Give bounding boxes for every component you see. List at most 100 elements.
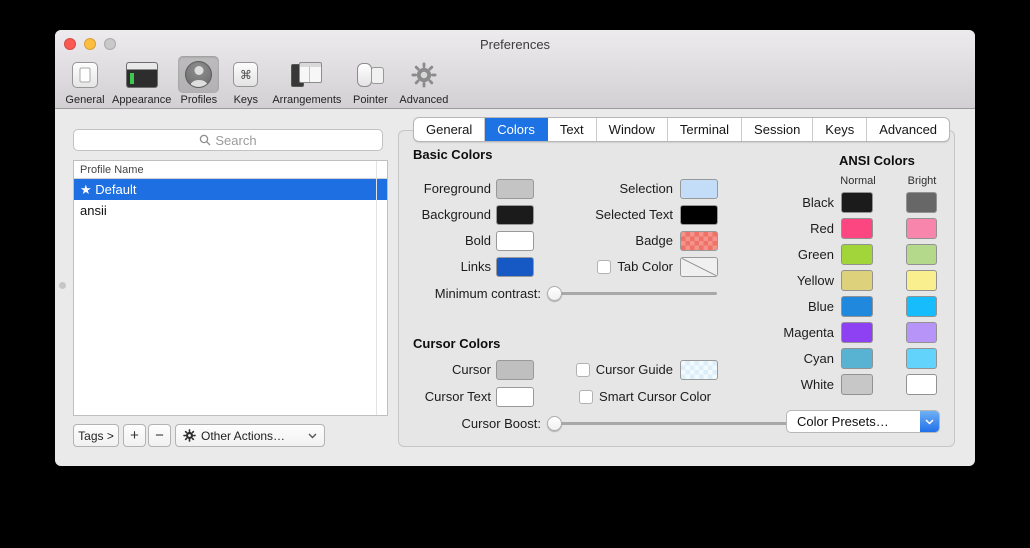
tab-color-checkbox[interactable] xyxy=(597,260,611,274)
ansi-row-magenta: Magenta xyxy=(749,322,937,343)
smart-cursor-checkbox[interactable] xyxy=(579,390,593,404)
ansi-blue-normal-well[interactable] xyxy=(841,296,873,317)
tab-window[interactable]: Window xyxy=(597,118,668,141)
other-actions-dropdown[interactable]: Other Actions… xyxy=(175,424,325,447)
basic-colors-heading: Basic Colors xyxy=(413,147,492,162)
gear-icon xyxy=(411,62,437,88)
chevron-down-icon xyxy=(308,433,317,439)
tab-advanced[interactable]: Advanced xyxy=(867,118,949,141)
toolbar-item-pointer[interactable]: Pointer xyxy=(348,56,392,106)
preferences-window: Preferences General Appearance Profiles … xyxy=(55,30,975,466)
cursor-guide-checkbox[interactable] xyxy=(576,363,590,377)
ansi-black-bright-well[interactable] xyxy=(906,192,937,213)
tab-text[interactable]: Text xyxy=(548,118,597,141)
tab-terminal[interactable]: Terminal xyxy=(668,118,742,141)
ansi-cyan-normal-well[interactable] xyxy=(841,348,873,369)
ansi-row-yellow: Yellow xyxy=(749,270,937,291)
badge-row: Badge xyxy=(635,230,718,251)
search-icon xyxy=(199,134,211,146)
toolbar-item-arrangements[interactable]: Arrangements xyxy=(272,56,341,106)
search-placeholder: Search xyxy=(215,133,256,148)
ansi-cyan-bright-well[interactable] xyxy=(906,348,937,369)
search-input[interactable]: Search xyxy=(73,129,383,151)
slider-knob[interactable] xyxy=(547,416,562,431)
colors-panel: Basic Colors Foreground Background Bold … xyxy=(398,130,955,447)
ansi-magenta-normal-well[interactable] xyxy=(841,322,873,343)
profile-list-header: Profile Name xyxy=(74,161,387,179)
background-row: Background xyxy=(413,204,534,225)
cursor-guide-color-well[interactable] xyxy=(680,360,718,380)
ansi-row-red: Red xyxy=(749,218,937,239)
bold-color-well[interactable] xyxy=(496,231,534,251)
cursor-text-color-well[interactable] xyxy=(496,387,534,407)
ansi-colors-heading: ANSI Colors xyxy=(839,153,915,168)
profile-row-ansii[interactable]: ansii xyxy=(74,200,387,221)
slider-knob[interactable] xyxy=(547,286,562,301)
tab-colors[interactable]: Colors xyxy=(485,118,548,141)
cursor-text-row: Cursor Text xyxy=(413,386,534,407)
other-actions-label: Other Actions… xyxy=(201,429,285,443)
smart-cursor-row: Smart Cursor Color xyxy=(579,386,718,407)
toolbar-item-appearance[interactable]: Appearance xyxy=(112,56,171,106)
ansi-green-bright-well[interactable] xyxy=(906,244,937,265)
ansi-row-cyan: Cyan xyxy=(749,348,937,369)
tab-color-well[interactable] xyxy=(680,257,718,277)
ansi-yellow-normal-well[interactable] xyxy=(841,270,873,291)
profile-row-default[interactable]: ★ Default xyxy=(74,179,387,200)
toolbar-item-profiles[interactable]: Profiles xyxy=(178,56,219,106)
tab-session[interactable]: Session xyxy=(742,118,813,141)
tab-general[interactable]: General xyxy=(414,118,485,141)
bold-row: Bold xyxy=(413,230,534,251)
cursor-color-well[interactable] xyxy=(496,360,534,380)
toolbar-item-keys[interactable]: ⌘ Keys xyxy=(226,56,265,106)
ansi-red-normal-well[interactable] xyxy=(841,218,873,239)
ansi-red-bright-well[interactable] xyxy=(906,218,937,239)
toolbar-item-advanced[interactable]: Advanced xyxy=(399,56,448,106)
remove-profile-button[interactable]: − xyxy=(148,424,171,447)
color-presets-dropdown[interactable]: Color Presets… xyxy=(786,410,940,433)
selected-text-row: Selected Text xyxy=(595,204,718,225)
appearance-window-icon xyxy=(126,62,158,88)
screen-background: Preferences General Appearance Profiles … xyxy=(0,0,1030,548)
tags-button[interactable]: Tags > xyxy=(73,424,119,447)
badge-color-well[interactable] xyxy=(680,231,718,251)
selection-row: Selection xyxy=(620,178,718,199)
no-color-diagonal-icon xyxy=(681,258,717,276)
arrangements-windows-icon xyxy=(291,62,322,87)
ansi-normal-header: Normal xyxy=(839,175,877,187)
ansi-green-normal-well[interactable] xyxy=(841,244,873,265)
cursor-row: Cursor xyxy=(413,359,534,380)
add-profile-button[interactable]: + xyxy=(123,424,146,447)
ansi-magenta-bright-well[interactable] xyxy=(906,322,937,343)
scrollbar-track[interactable] xyxy=(376,161,377,415)
selected-text-color-well[interactable] xyxy=(680,205,718,225)
foreground-color-well[interactable] xyxy=(496,179,534,199)
foreground-row: Foreground xyxy=(413,178,534,199)
ansi-white-bright-well[interactable] xyxy=(906,374,937,395)
tab-keys[interactable]: Keys xyxy=(813,118,867,141)
splitter-handle-dot[interactable] xyxy=(59,282,66,289)
cursor-guide-row: Cursor Guide xyxy=(576,359,718,380)
links-color-well[interactable] xyxy=(496,257,534,277)
profile-tab-bar: General Colors Text Window Terminal Sess… xyxy=(413,117,950,142)
ansi-blue-bright-well[interactable] xyxy=(906,296,937,317)
links-row: Links xyxy=(413,256,534,277)
cursor-colors-heading: Cursor Colors xyxy=(413,336,500,351)
window-title: Preferences xyxy=(55,37,975,52)
selection-color-well[interactable] xyxy=(680,179,718,199)
ansi-black-normal-well[interactable] xyxy=(841,192,873,213)
action-gear-icon xyxy=(183,429,196,442)
ansi-bright-header: Bright xyxy=(903,175,941,187)
tab-color-row: Tab Color xyxy=(597,256,718,277)
ansi-row-green: Green xyxy=(749,244,937,265)
ansi-row-black: Black xyxy=(749,192,937,213)
pointer-mouse-icon xyxy=(355,62,385,88)
dropdown-chevron-icon xyxy=(920,411,939,432)
toolbar-item-general[interactable]: General xyxy=(65,56,105,106)
ansi-yellow-bright-well[interactable] xyxy=(906,270,937,291)
keys-command-icon: ⌘ xyxy=(233,62,258,87)
background-color-well[interactable] xyxy=(496,205,534,225)
profile-list: Profile Name ★ Default ansii xyxy=(73,160,388,416)
ansi-white-normal-well[interactable] xyxy=(841,374,873,395)
minimum-contrast-slider[interactable] xyxy=(547,286,717,301)
